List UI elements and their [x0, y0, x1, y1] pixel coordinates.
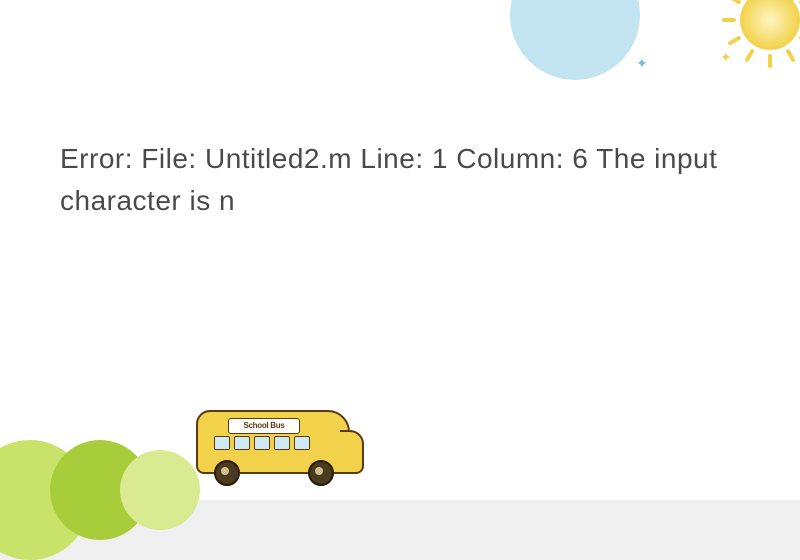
sun-icon: [740, 0, 800, 50]
bus-front-icon: [340, 430, 364, 474]
error-prefix: Error:: [60, 143, 133, 174]
error-file-name: Untitled2.m: [205, 143, 352, 174]
bus-window-icon: [274, 436, 290, 450]
wheel-icon: [308, 460, 334, 486]
bus-window-icon: [294, 436, 310, 450]
page-background: ✦ ✦ Error: File: Untitled2.m Line: 1 Col…: [0, 0, 800, 500]
error-line-no: 1: [432, 143, 448, 174]
bush-decor: [0, 410, 200, 500]
wheel-icon: [214, 460, 240, 486]
bush-icon: [120, 450, 200, 530]
error-column-no: 6: [572, 143, 588, 174]
sun-ray-icon: [727, 0, 741, 5]
bus-window-icon: [254, 436, 270, 450]
sun-ray-icon: [727, 35, 741, 45]
sun-ray-icon: [768, 54, 772, 68]
sky-circle-decor: [510, 0, 640, 80]
error-file-label: File:: [141, 143, 196, 174]
error-column-label: Column:: [456, 143, 564, 174]
bus-sign-label: School Bus: [228, 418, 300, 434]
bus-window-icon: [234, 436, 250, 450]
sun-ray-icon: [785, 48, 795, 62]
school-bus-decor: School Bus: [190, 398, 360, 488]
bus-window-icon: [214, 436, 230, 450]
error-message: Error: File: Untitled2.m Line: 1 Column:…: [60, 138, 740, 222]
sun-ray-icon: [744, 48, 754, 62]
sun-ray-icon: [722, 18, 736, 22]
star-icon: ✦: [720, 50, 734, 64]
error-line-label: Line:: [360, 143, 423, 174]
star-icon: ✦: [636, 56, 650, 70]
